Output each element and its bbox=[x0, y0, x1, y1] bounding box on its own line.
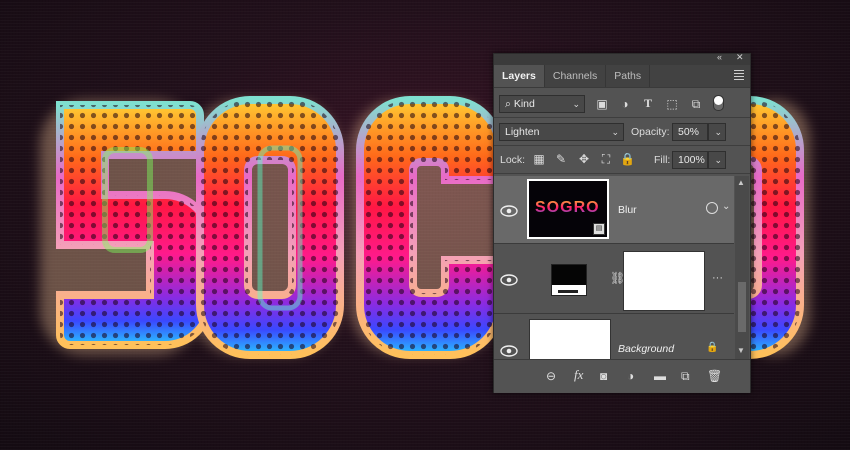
lock-label: Lock: bbox=[500, 154, 526, 166]
background-thumbnail bbox=[529, 319, 611, 359]
adjustment-thumbnail bbox=[551, 264, 587, 296]
chevron-down-icon: ⌄ bbox=[611, 127, 619, 137]
layer-blur[interactable]: SOGRO ▤ Blur ⌄ bbox=[494, 176, 734, 244]
layers-list: SOGRO ▤ Blur ⌄ ⛓ ··· Background 🔒 bbox=[494, 176, 734, 359]
layer-thumbnail: SOGRO ▤ bbox=[527, 179, 609, 239]
link-layers-icon[interactable]: ⊖ bbox=[546, 369, 556, 383]
filter-kind-label: Kind bbox=[513, 98, 535, 110]
divider bbox=[494, 173, 750, 174]
more-icon[interactable]: ··· bbox=[712, 272, 723, 284]
layers-panel: « ✕ Layers Channels Paths ⌕ Kind ⌄ ▣ ◑ T… bbox=[493, 52, 751, 393]
tab-paths[interactable]: Paths bbox=[606, 65, 651, 87]
lock-image-icon[interactable]: ✎ bbox=[554, 152, 568, 166]
fill-dropdown[interactable]: ⌄ bbox=[708, 151, 726, 169]
lock-artboard-icon[interactable]: ⛶ bbox=[599, 152, 613, 167]
shape-filter-icon[interactable]: ⬚ bbox=[665, 97, 679, 111]
fill-label: Fill: bbox=[654, 154, 671, 166]
fx-icon[interactable]: fx bbox=[574, 367, 583, 383]
smart-filter-icon[interactable] bbox=[706, 202, 718, 214]
blend-mode-value: Lighten bbox=[505, 126, 540, 138]
fill-input[interactable]: 100% bbox=[672, 151, 708, 169]
adjustment-filter-icon[interactable]: ◑ bbox=[618, 97, 632, 111]
visibility-eye-icon[interactable] bbox=[500, 205, 518, 217]
divider bbox=[494, 145, 750, 146]
panel-menu-icon[interactable] bbox=[734, 70, 744, 82]
image-filter-icon[interactable]: ▣ bbox=[595, 97, 609, 111]
layer-mask-thumbnail bbox=[623, 251, 705, 311]
delete-layer-icon[interactable]: 🗑 bbox=[707, 369, 722, 383]
search-icon: ⌕ bbox=[505, 98, 514, 110]
chevron-down-icon: ⌄ bbox=[714, 127, 722, 137]
blend-mode-select[interactable]: Lighten ⌄ bbox=[499, 123, 624, 141]
smart-object-badge-icon: ▤ bbox=[593, 223, 605, 235]
visibility-eye-icon[interactable] bbox=[500, 274, 518, 286]
panel-bottom-bar: ⊖ fx ◙ ◑ ▬ ⧉ 🗑 bbox=[494, 359, 750, 393]
close-icon[interactable]: ✕ bbox=[736, 52, 744, 63]
type-filter-icon[interactable]: T bbox=[641, 96, 655, 111]
tab-layers[interactable]: Layers bbox=[494, 65, 545, 87]
letter-5 bbox=[56, 101, 214, 349]
chevron-down-icon[interactable]: ⌄ bbox=[722, 201, 730, 212]
opacity-input[interactable]: 50% bbox=[672, 123, 708, 141]
layer-name: Blur bbox=[618, 204, 637, 216]
layer-background[interactable]: Background 🔒 bbox=[494, 314, 734, 359]
opacity-label: Opacity: bbox=[631, 126, 670, 138]
double-chevron-icon[interactable]: « bbox=[717, 52, 722, 62]
layer-adjustment[interactable]: ⛓ ··· bbox=[494, 244, 734, 314]
opacity-dropdown[interactable]: ⌄ bbox=[708, 123, 726, 141]
scroll-thumb[interactable] bbox=[738, 282, 746, 332]
visibility-eye-icon[interactable] bbox=[500, 345, 518, 357]
filter-toggle[interactable] bbox=[713, 95, 724, 111]
chevron-down-icon: ⌄ bbox=[572, 99, 580, 109]
new-adjustment-icon[interactable]: ◑ bbox=[627, 369, 634, 383]
chevron-down-icon: ⌄ bbox=[714, 155, 722, 165]
divider bbox=[494, 117, 750, 118]
layer-name: Background bbox=[618, 343, 675, 355]
new-group-icon[interactable]: ▬ bbox=[654, 369, 666, 383]
lock-transparent-icon[interactable]: ▦ bbox=[532, 152, 546, 166]
smart-object-filter-icon[interactable]: ⧉ bbox=[689, 97, 703, 112]
layers-scrollbar[interactable]: ▲ ▼ bbox=[735, 176, 749, 359]
filter-kind-select[interactable]: ⌕ Kind ⌄ bbox=[499, 95, 585, 113]
panel-topbar: « ✕ bbox=[494, 52, 750, 65]
new-layer-icon[interactable]: ⧉ bbox=[681, 369, 690, 384]
lock-all-icon[interactable]: 🔒 bbox=[620, 152, 635, 166]
scroll-up-icon[interactable]: ▲ bbox=[737, 178, 745, 187]
lock-icon: 🔒 bbox=[706, 342, 719, 353]
thumbnail-text: SOGRO bbox=[535, 199, 600, 216]
add-mask-icon[interactable]: ◙ bbox=[600, 369, 607, 383]
panel-tabs: Layers Channels Paths bbox=[494, 65, 750, 88]
tab-channels[interactable]: Channels bbox=[545, 65, 607, 87]
scroll-down-icon[interactable]: ▼ bbox=[737, 346, 745, 355]
lock-position-icon[interactable]: ✥ bbox=[577, 152, 591, 166]
